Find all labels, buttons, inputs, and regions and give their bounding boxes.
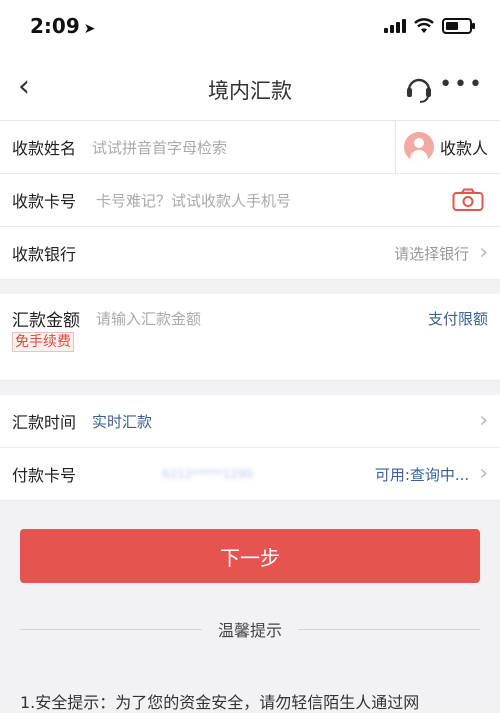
payment-section: 汇款时间 实时汇款 › 付款卡号 6212*****1290 可用:查询中...… — [0, 395, 500, 501]
available-balance[interactable]: 可用:查询中... — [375, 464, 469, 485]
divider — [298, 628, 481, 630]
payment-limit-link[interactable]: 支付限额 — [428, 308, 488, 329]
wifi-icon — [414, 18, 434, 33]
more-options-icon[interactable]: ••• — [439, 74, 484, 96]
pay-card-row[interactable]: 付款卡号 6212*****1290 可用:查询中... › — [0, 448, 500, 501]
bank-label: 收款银行 — [12, 245, 77, 264]
card-number-row[interactable]: 收款卡号 卡号难记？试试收款人手机号 — [0, 174, 500, 227]
payee-avatar-icon — [403, 132, 434, 162]
transfer-time-value[interactable]: 实时汇款 — [92, 411, 469, 432]
chevron-right-icon: › — [479, 461, 488, 486]
camera-scan-icon[interactable] — [452, 188, 484, 212]
amount-label: 汇款金额 — [12, 311, 80, 331]
transfer-time-label: 汇款时间 — [12, 413, 77, 432]
tips-header: 温馨提示 — [20, 617, 481, 641]
status-time: 2:09 ➤ — [30, 14, 96, 38]
status-bar: 2:09 ➤ — [0, 0, 500, 60]
tips-text: 1.安全提示：为了您的资金安全，请勿轻信陌生人通过网 — [20, 693, 420, 712]
payee-name-row[interactable]: 收款姓名 试试拼音首字母检索 收款人 — [0, 121, 500, 174]
pay-card-number: 6212*****1290 — [162, 467, 254, 481]
pay-card-label: 付款卡号 — [12, 466, 77, 485]
payee-name-label: 收款姓名 — [12, 139, 77, 158]
bank-select[interactable]: 请选择银行 — [394, 243, 469, 264]
location-arrow-icon: ➤ — [83, 21, 96, 37]
cellular-signal-icon — [384, 19, 406, 33]
card-number-input[interactable]: 卡号难记？试试收款人手机号 — [92, 190, 452, 211]
battery-level — [446, 22, 458, 30]
chevron-right-icon: › — [479, 240, 488, 265]
payee-section: 收款姓名 试试拼音首字母检索 收款人 收款卡号 卡号难记？试试收款人手机号 收款… — [0, 121, 500, 280]
bank-row[interactable]: 收款银行 请选择银行 › — [0, 227, 500, 280]
battery-icon — [442, 18, 475, 34]
customer-service-headset-icon[interactable] — [404, 74, 434, 104]
payee-button-label: 收款人 — [439, 139, 488, 158]
tips-title: 温馨提示 — [218, 621, 283, 640]
next-step-button[interactable]: 下一步 — [20, 529, 480, 583]
amount-row[interactable]: 汇款金额 请输入汇款金额 支付限额 免手续费 — [0, 294, 500, 381]
chevron-right-icon: › — [479, 408, 488, 433]
navigation-bar: ‹ 境内汇款 ••• — [0, 60, 500, 121]
divider — [20, 628, 202, 630]
status-icons — [384, 18, 475, 34]
card-number-label: 收款卡号 — [12, 192, 77, 211]
transfer-time-row[interactable]: 汇款时间 实时汇款 › — [0, 395, 500, 448]
fee-free-badge: 免手续费 — [12, 332, 74, 352]
select-payee-button[interactable]: 收款人 — [394, 121, 500, 173]
amount-input[interactable]: 请输入汇款金额 — [96, 308, 428, 329]
